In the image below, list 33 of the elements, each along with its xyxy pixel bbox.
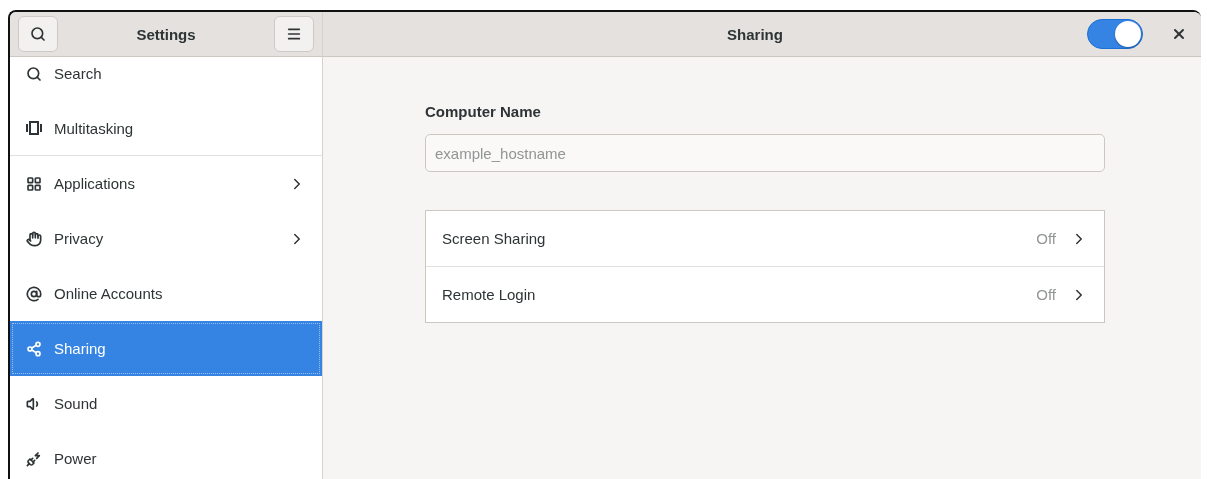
at-sign-icon (26, 285, 42, 302)
search-icon (30, 26, 46, 42)
row-label: Remote Login (442, 286, 537, 303)
sidebar-item-label: Power (54, 450, 98, 467)
sidebar-item-label: Sharing (54, 340, 107, 357)
search-button[interactable] (18, 16, 58, 52)
sidebar-item-label: Search (54, 65, 103, 82)
sidebar-item-label: Online Accounts (54, 285, 164, 302)
list-row[interactable]: Remote Login Off (426, 266, 1104, 322)
menu-icon (286, 26, 302, 42)
toggle-switch[interactable] (1087, 19, 1143, 49)
sidebar-item[interactable]: Sharing (10, 321, 322, 376)
row-status: Off (1036, 230, 1056, 247)
sidebar-title: Settings (136, 25, 196, 43)
hand-icon (26, 230, 42, 247)
share-icon (26, 340, 42, 357)
plug-icon (26, 450, 42, 467)
menu-button[interactable] (274, 16, 314, 52)
list-row[interactable]: Screen Sharing Off (426, 211, 1104, 266)
sidebar-item-label: Multitasking (54, 119, 135, 137)
grid-icon (26, 175, 42, 192)
input-field[interactable]: example_hostname (425, 134, 1105, 172)
sidebar-item-label: Privacy (54, 230, 105, 247)
panel-title: Sharing (726, 25, 784, 43)
close-button[interactable] (1171, 26, 1187, 42)
sidebar-item-label: Applications (54, 175, 136, 192)
sidebar-item-label: Sound (54, 395, 99, 412)
row-status: Off (1036, 286, 1056, 303)
close-icon (1171, 26, 1187, 42)
field-label: Computer Name (425, 103, 542, 120)
row-label: Screen Sharing (442, 230, 547, 247)
windows-icon (26, 120, 42, 136)
search-icon (26, 65, 42, 82)
